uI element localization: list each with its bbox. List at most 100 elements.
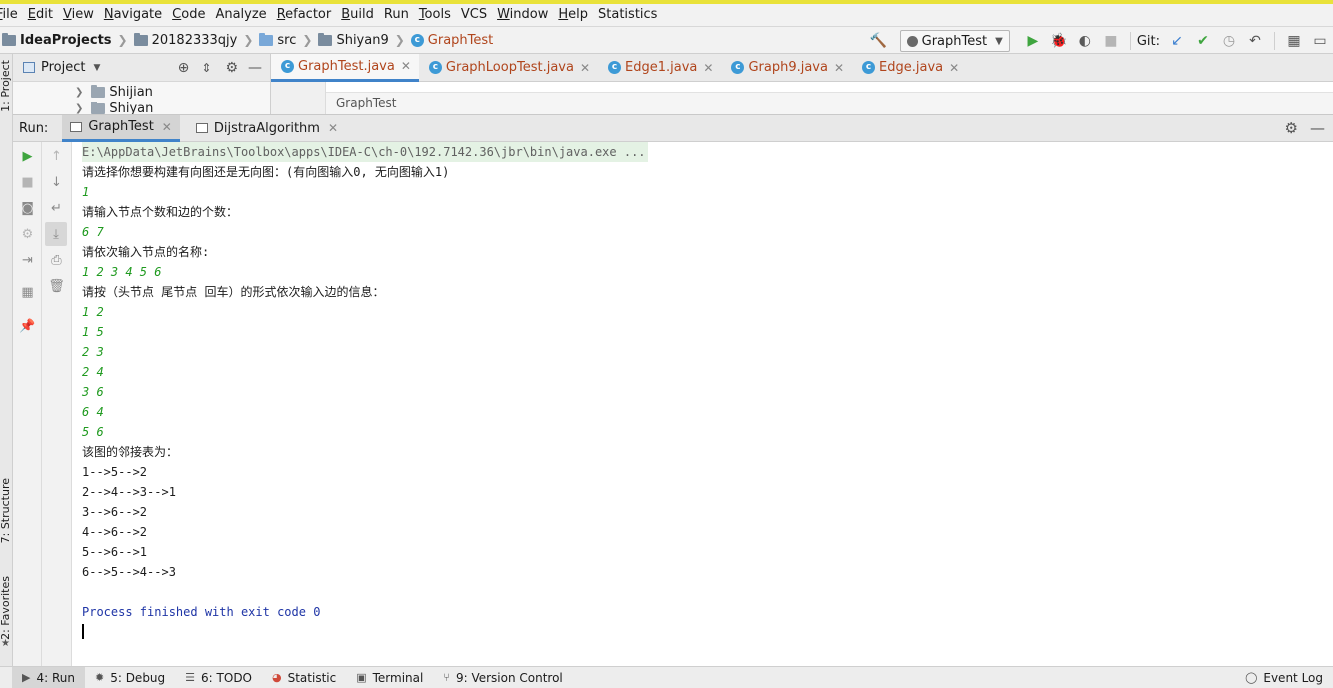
tab-graph9[interactable]: c Graph9.java ✕: [721, 54, 852, 82]
tool-tab-debug[interactable]: ✹ 5: Debug: [85, 667, 175, 688]
project-panel-title[interactable]: Project: [41, 60, 85, 75]
tab-edge1[interactable]: c Edge1.java ✕: [598, 54, 721, 82]
breadcrumb-item-class[interactable]: GraphTest: [428, 33, 493, 48]
source-folder-icon: [259, 32, 274, 46]
event-log-button[interactable]: ◯ Event Log: [1235, 667, 1333, 688]
menu-edit[interactable]: Edit: [23, 4, 58, 26]
chevron-right-icon: ❯: [117, 33, 128, 47]
editor-breadcrumb[interactable]: GraphTest: [326, 92, 1333, 114]
layout-icon[interactable]: ▦: [13, 280, 42, 304]
presentation-icon[interactable]: ▭: [1307, 29, 1333, 53]
debug-icon[interactable]: 🐞: [1046, 29, 1072, 53]
soft-wrap-icon[interactable]: ↵: [42, 196, 71, 220]
gear-icon[interactable]: ⚙: [225, 60, 238, 76]
folder-icon: [91, 84, 106, 98]
favorites-tool-label: 2: Favorites: [0, 576, 12, 640]
menu-bar: File Edit View Navigate Code Analyze Ref…: [0, 4, 1333, 26]
menu-vcs[interactable]: VCS: [456, 4, 492, 26]
project-structure-icon[interactable]: ▦: [1281, 29, 1307, 53]
breadcrumb-item-module[interactable]: 20182333qjy: [152, 33, 238, 48]
settings-icon[interactable]: ⚙: [13, 222, 42, 246]
menu-tools[interactable]: Tools: [414, 4, 456, 26]
package-icon: [318, 32, 333, 46]
close-icon[interactable]: ✕: [401, 59, 411, 73]
pin-icon[interactable]: 📌: [13, 314, 42, 338]
tool-tab-label: 9: Version Control: [455, 670, 563, 685]
tool-tab-version-control[interactable]: ⑂ 9: Version Control: [433, 667, 572, 688]
exit-icon[interactable]: ⇥: [13, 248, 42, 272]
close-icon[interactable]: ✕: [834, 61, 844, 75]
minimize-icon[interactable]: —: [1310, 119, 1325, 137]
menu-view[interactable]: View: [58, 4, 99, 26]
menu-analyze[interactable]: Analyze: [210, 4, 271, 26]
console-icon: [195, 123, 208, 133]
chevron-down-icon[interactable]: ▼: [93, 63, 100, 73]
breadcrumb-item-src[interactable]: src: [277, 33, 296, 48]
menu-navigate[interactable]: Navigate: [99, 4, 167, 26]
scroll-to-end-icon[interactable]: ⤓: [45, 222, 67, 246]
git-history-icon[interactable]: ◷: [1216, 29, 1242, 53]
close-icon[interactable]: ✕: [949, 61, 959, 75]
gear-icon[interactable]: ⚙: [1285, 119, 1298, 137]
breadcrumb-item-package[interactable]: Shiyan9: [336, 33, 388, 48]
git-update-icon[interactable]: ↙: [1164, 29, 1190, 53]
menu-refactor[interactable]: Refactor: [272, 4, 337, 26]
console-line: 4-->6-->2: [82, 525, 148, 539]
console-line: 6-->5-->4-->3: [82, 565, 176, 579]
run-config-select[interactable]: GraphTest ▼: [899, 30, 1010, 52]
menu-build[interactable]: Build: [336, 4, 379, 26]
print-icon[interactable]: ⎙: [42, 248, 71, 272]
tab-graphlooptest[interactable]: c GraphLoopTest.java ✕: [419, 54, 598, 82]
tool-tab-todo[interactable]: ☰ 6: TODO: [175, 667, 262, 688]
menu-code[interactable]: Code: [167, 4, 210, 26]
console-line: 1 5: [82, 325, 104, 339]
tab-graphtest[interactable]: c GraphTest.java ✕: [271, 53, 419, 82]
tool-tab-terminal[interactable]: ▣ Terminal: [346, 667, 433, 688]
up-arrow-icon[interactable]: ↑: [42, 144, 71, 168]
console-line: 1-->5-->2: [82, 465, 148, 479]
tab-label: Graph9.java: [748, 60, 828, 75]
menu-run[interactable]: Run: [379, 4, 414, 26]
camera-icon[interactable]: ◙: [13, 196, 42, 220]
run-icon[interactable]: ▶: [1020, 29, 1046, 53]
project-tool-button[interactable]: 1: Project: [0, 60, 12, 112]
run-tab-graphtest[interactable]: GraphTest ✕: [62, 114, 180, 142]
favorites-tool-button[interactable]: 2: Favorites: [0, 576, 12, 640]
menu-file[interactable]: File: [0, 4, 23, 26]
close-icon[interactable]: ✕: [162, 120, 172, 134]
build-hammer-icon[interactable]: 🔨: [866, 29, 892, 53]
stop-icon[interactable]: ■: [13, 170, 42, 194]
structure-tool-button[interactable]: 7: Structure: [0, 478, 12, 543]
branch-icon: ⑂: [443, 671, 450, 684]
tool-tab-label: 4: Run: [36, 670, 75, 685]
tree-item-shijian[interactable]: ❯ Shijian: [13, 82, 270, 102]
tool-tab-run[interactable]: ▶ 4: Run: [12, 666, 85, 688]
console-line: 3-->6-->2: [82, 505, 148, 519]
breadcrumb: IdeaProjects ❯ 20182333qjy ❯ src ❯ Shiya…: [2, 32, 493, 48]
close-icon[interactable]: ✕: [703, 61, 713, 75]
stop-icon[interactable]: ■: [1098, 29, 1124, 53]
down-arrow-icon[interactable]: ↓: [42, 170, 71, 194]
console-line: 1 2 3 4 5 6: [82, 265, 162, 279]
tool-tab-statistic[interactable]: ◕ Statistic: [262, 667, 346, 688]
run-tab-dijstraalgorithm[interactable]: DijstraAlgorithm ✕: [188, 115, 346, 142]
close-icon[interactable]: ✕: [580, 61, 590, 75]
tree-item-shiyan[interactable]: ❯ Shiyan: [13, 102, 270, 114]
tab-edge[interactable]: c Edge.java ✕: [852, 54, 967, 82]
rerun-icon[interactable]: ▶: [13, 144, 42, 168]
console-output[interactable]: E:\AppData\JetBrains\Toolbox\apps\IDEA-C…: [72, 142, 1333, 666]
collapse-all-icon[interactable]: ⇕: [201, 61, 211, 75]
run-with-coverage-icon[interactable]: ◐: [1072, 29, 1098, 53]
git-commit-icon[interactable]: ✔: [1190, 29, 1216, 53]
minimize-icon[interactable]: —: [248, 60, 262, 76]
trash-icon[interactable]: 🗑: [42, 274, 71, 298]
git-rollback-icon[interactable]: ↶: [1242, 29, 1268, 53]
menu-statistics[interactable]: Statistics: [593, 4, 662, 26]
editor-area[interactable]: GraphTest: [271, 82, 1333, 114]
breadcrumb-item-ideaprojects[interactable]: IdeaProjects: [20, 33, 112, 48]
tool-tab-label: Terminal: [372, 670, 424, 685]
menu-help[interactable]: Help: [553, 4, 593, 26]
close-icon[interactable]: ✕: [328, 121, 338, 135]
locate-target-icon[interactable]: ⊕: [178, 60, 190, 76]
menu-window[interactable]: Window: [492, 4, 553, 26]
